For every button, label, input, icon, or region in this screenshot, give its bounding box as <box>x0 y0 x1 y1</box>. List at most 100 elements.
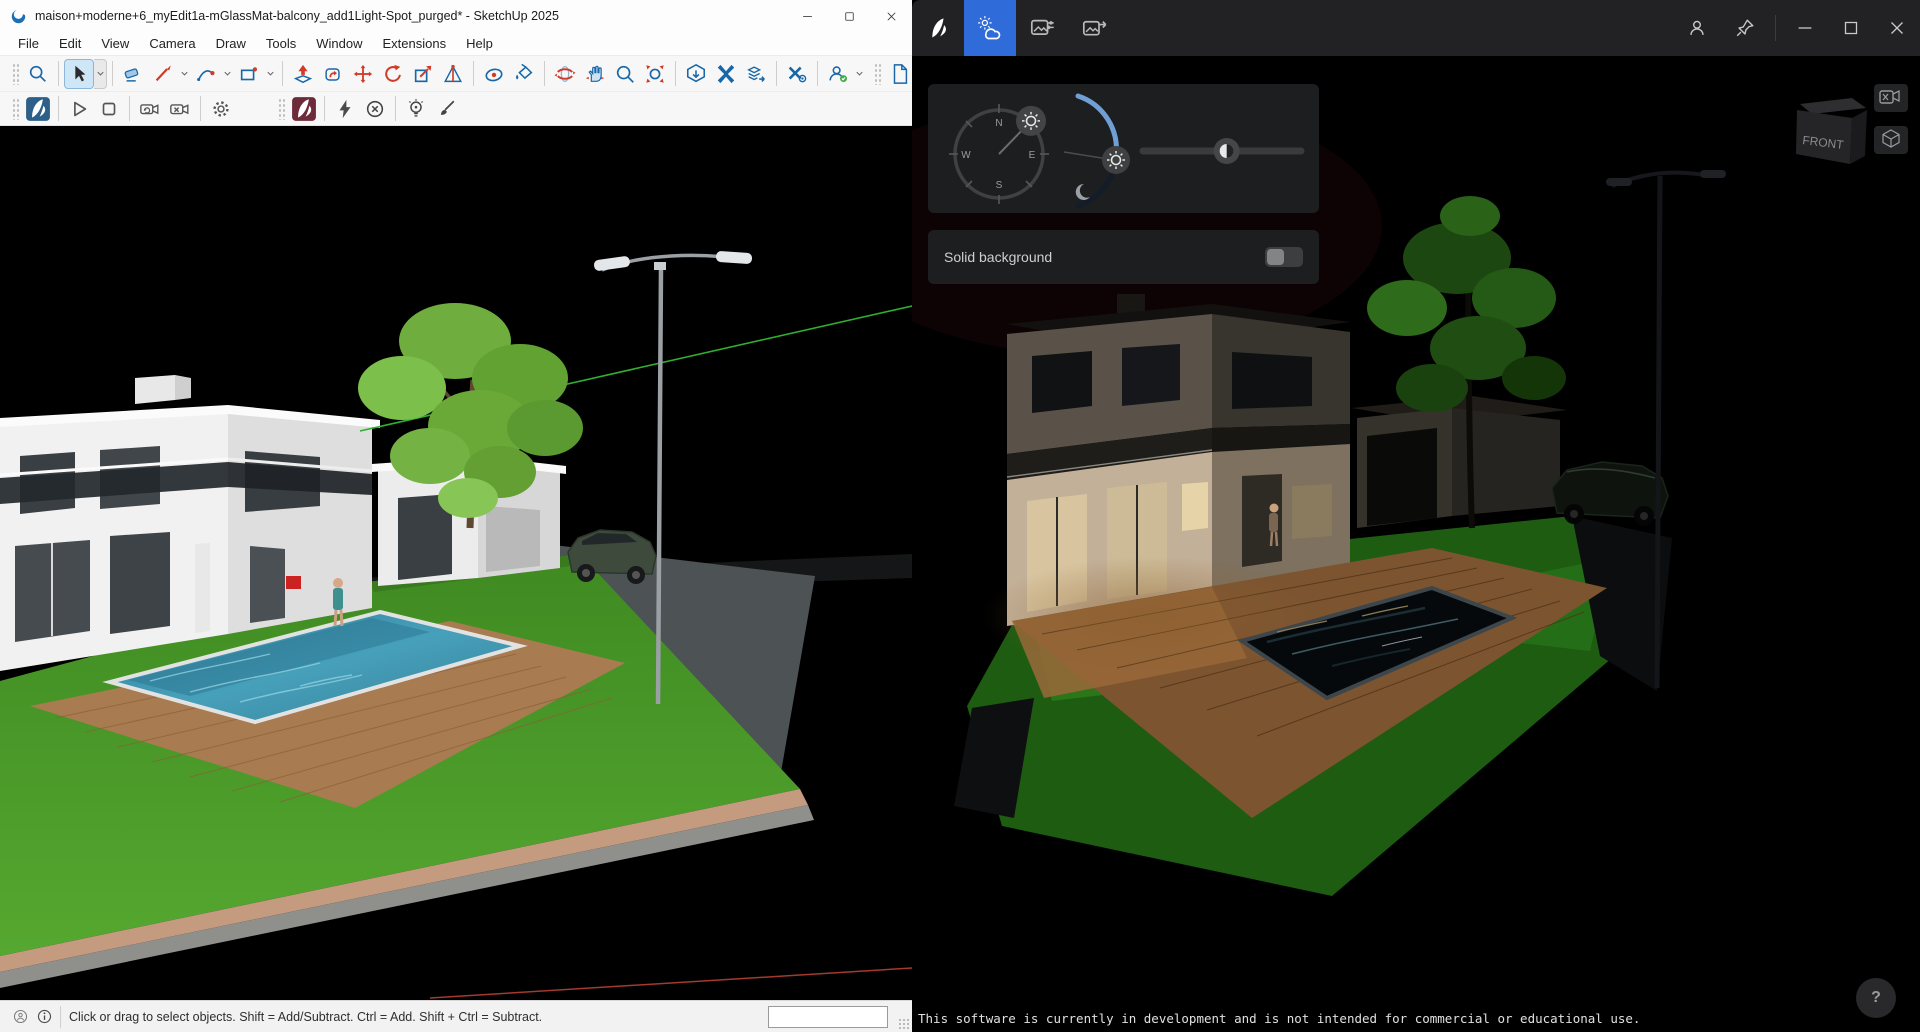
line-tool-dropdown[interactable] <box>178 59 191 89</box>
account-signed-in-button[interactable] <box>823 59 853 89</box>
renderer-viewport[interactable]: FRONT <box>912 56 1920 1032</box>
rotate-tool-button[interactable] <box>378 59 408 89</box>
arc-tool-dropdown[interactable] <box>221 59 234 89</box>
render-settings-button[interactable] <box>206 94 236 124</box>
statusbar: Click or drag to select objects. Shift =… <box>0 1000 912 1032</box>
zoom-extents-tool-button[interactable] <box>640 59 670 89</box>
view-cube[interactable]: FRONT <box>1796 98 1867 164</box>
rectangle-tool-button[interactable] <box>234 59 264 89</box>
maximize-button[interactable] <box>1828 0 1874 56</box>
toolbar-grip[interactable] <box>278 98 285 120</box>
orbit-tool-button[interactable] <box>550 59 580 89</box>
resize-grip[interactable] <box>898 1018 910 1030</box>
render-plugin-maroon-button[interactable] <box>289 94 319 124</box>
camera-view-toggle-button[interactable] <box>1874 84 1908 112</box>
environment-tab[interactable] <box>964 0 1016 56</box>
image-settings-tab[interactable] <box>1016 0 1068 56</box>
close-button[interactable] <box>1874 0 1920 56</box>
extension-manager-button[interactable] <box>782 59 812 89</box>
menu-camera[interactable]: Camera <box>139 34 205 53</box>
maximize-button[interactable] <box>828 0 870 32</box>
pin-window-button[interactable] <box>1721 0 1769 56</box>
toolbar-separator <box>58 96 59 121</box>
toolbar-grip[interactable] <box>12 63 19 85</box>
cancel-render-button[interactable] <box>360 94 390 124</box>
offset-tool-button[interactable] <box>318 59 348 89</box>
toolbar-grip[interactable] <box>12 98 19 120</box>
move-tool-button[interactable] <box>348 59 378 89</box>
pushpull-tool-button[interactable] <box>288 59 318 89</box>
home-tab[interactable] <box>912 0 964 56</box>
renderer-window: FRONT <box>912 0 1920 1032</box>
compass-west-label: W <box>961 150 971 161</box>
camera-detach-button[interactable] <box>165 94 195 124</box>
send-to-layout-button[interactable] <box>741 59 771 89</box>
toolbar-grip[interactable] <box>874 63 881 85</box>
sun-elevation-knob[interactable] <box>1102 146 1130 174</box>
toolbar-separator <box>473 61 474 86</box>
toolbar-separator <box>817 61 818 86</box>
geolocation-button[interactable] <box>8 1005 32 1029</box>
menu-edit[interactable]: Edit <box>49 34 91 53</box>
sun-compass[interactable]: N E S W <box>949 104 1049 204</box>
export-image-tab[interactable] <box>1068 0 1120 56</box>
sun-elevation-arc[interactable] <box>1064 96 1130 206</box>
solid-background-label: Solid background <box>944 249 1265 265</box>
paint-bucket-tool-button[interactable] <box>509 59 539 89</box>
pan-tool-button[interactable] <box>580 59 610 89</box>
menu-view[interactable]: View <box>91 34 139 53</box>
solid-background-panel: Solid background <box>928 230 1319 284</box>
sketchup-titlebar[interactable]: maison+moderne+6_myEdit1a-mGlassMat-balc… <box>0 0 912 32</box>
extension-warehouse-button[interactable] <box>711 59 741 89</box>
toolbar-separator <box>675 61 676 86</box>
help-button[interactable]: ? <box>1856 978 1896 1018</box>
zoom-tool-button[interactable] <box>610 59 640 89</box>
toolbar-separator <box>58 61 59 86</box>
select-tool-dropdown[interactable] <box>94 59 107 89</box>
rectangle-tool-dropdown[interactable] <box>264 59 277 89</box>
sketchup-window: maison+moderne+6_myEdit1a-mGlassMat-balc… <box>0 0 912 1032</box>
menu-help[interactable]: Help <box>456 34 503 53</box>
minimize-button[interactable] <box>1782 0 1828 56</box>
arc-tool-button[interactable] <box>191 59 221 89</box>
quick-render-button[interactable] <box>330 94 360 124</box>
material-brush-button[interactable] <box>431 94 461 124</box>
search-button[interactable] <box>23 59 53 89</box>
close-button[interactable] <box>870 0 912 32</box>
tape-measure-tool-button[interactable] <box>438 59 468 89</box>
toolbar-separator <box>776 61 777 86</box>
sketchup-3d-viewport[interactable] <box>0 126 912 1000</box>
account-button[interactable] <box>1673 0 1721 56</box>
circle-tool-button[interactable] <box>479 59 509 89</box>
new-file-button[interactable] <box>885 59 915 89</box>
toolbar-separator <box>200 96 201 121</box>
3d-warehouse-button[interactable] <box>681 59 711 89</box>
render-play-button[interactable] <box>64 94 94 124</box>
line-tool-button[interactable] <box>148 59 178 89</box>
menu-window[interactable]: Window <box>306 34 372 53</box>
screen: maison+moderne+6_myEdit1a-mGlassMat-balc… <box>0 0 1920 1032</box>
brightness-knob[interactable] <box>1214 138 1240 164</box>
account-signed-in-dropdown[interactable] <box>853 59 866 89</box>
render-plugin-blue-button[interactable] <box>23 94 53 124</box>
light-tool-button[interactable] <box>401 94 431 124</box>
axon-view-button[interactable] <box>1874 126 1908 154</box>
minimize-button[interactable] <box>786 0 828 32</box>
brightness-slider[interactable] <box>1143 138 1301 164</box>
sun-azimuth-knob[interactable] <box>1016 106 1046 136</box>
renderer-topbar <box>912 0 1920 56</box>
menu-extensions[interactable]: Extensions <box>373 34 457 53</box>
scale-tool-button[interactable] <box>408 59 438 89</box>
measurements-input[interactable] <box>768 1006 888 1028</box>
camera-sync-button[interactable] <box>135 94 165 124</box>
select-tool-button[interactable] <box>64 59 94 89</box>
render-stop-button[interactable] <box>94 94 124 124</box>
menu-draw[interactable]: Draw <box>206 34 256 53</box>
eraser-tool-button[interactable] <box>118 59 148 89</box>
menu-tools[interactable]: Tools <box>256 34 306 53</box>
menu-file[interactable]: File <box>8 34 49 53</box>
wall-logo-sticker <box>286 576 301 589</box>
model-info-button[interactable] <box>32 1005 56 1029</box>
day-scene <box>0 126 912 1000</box>
solid-background-toggle[interactable] <box>1265 247 1303 267</box>
